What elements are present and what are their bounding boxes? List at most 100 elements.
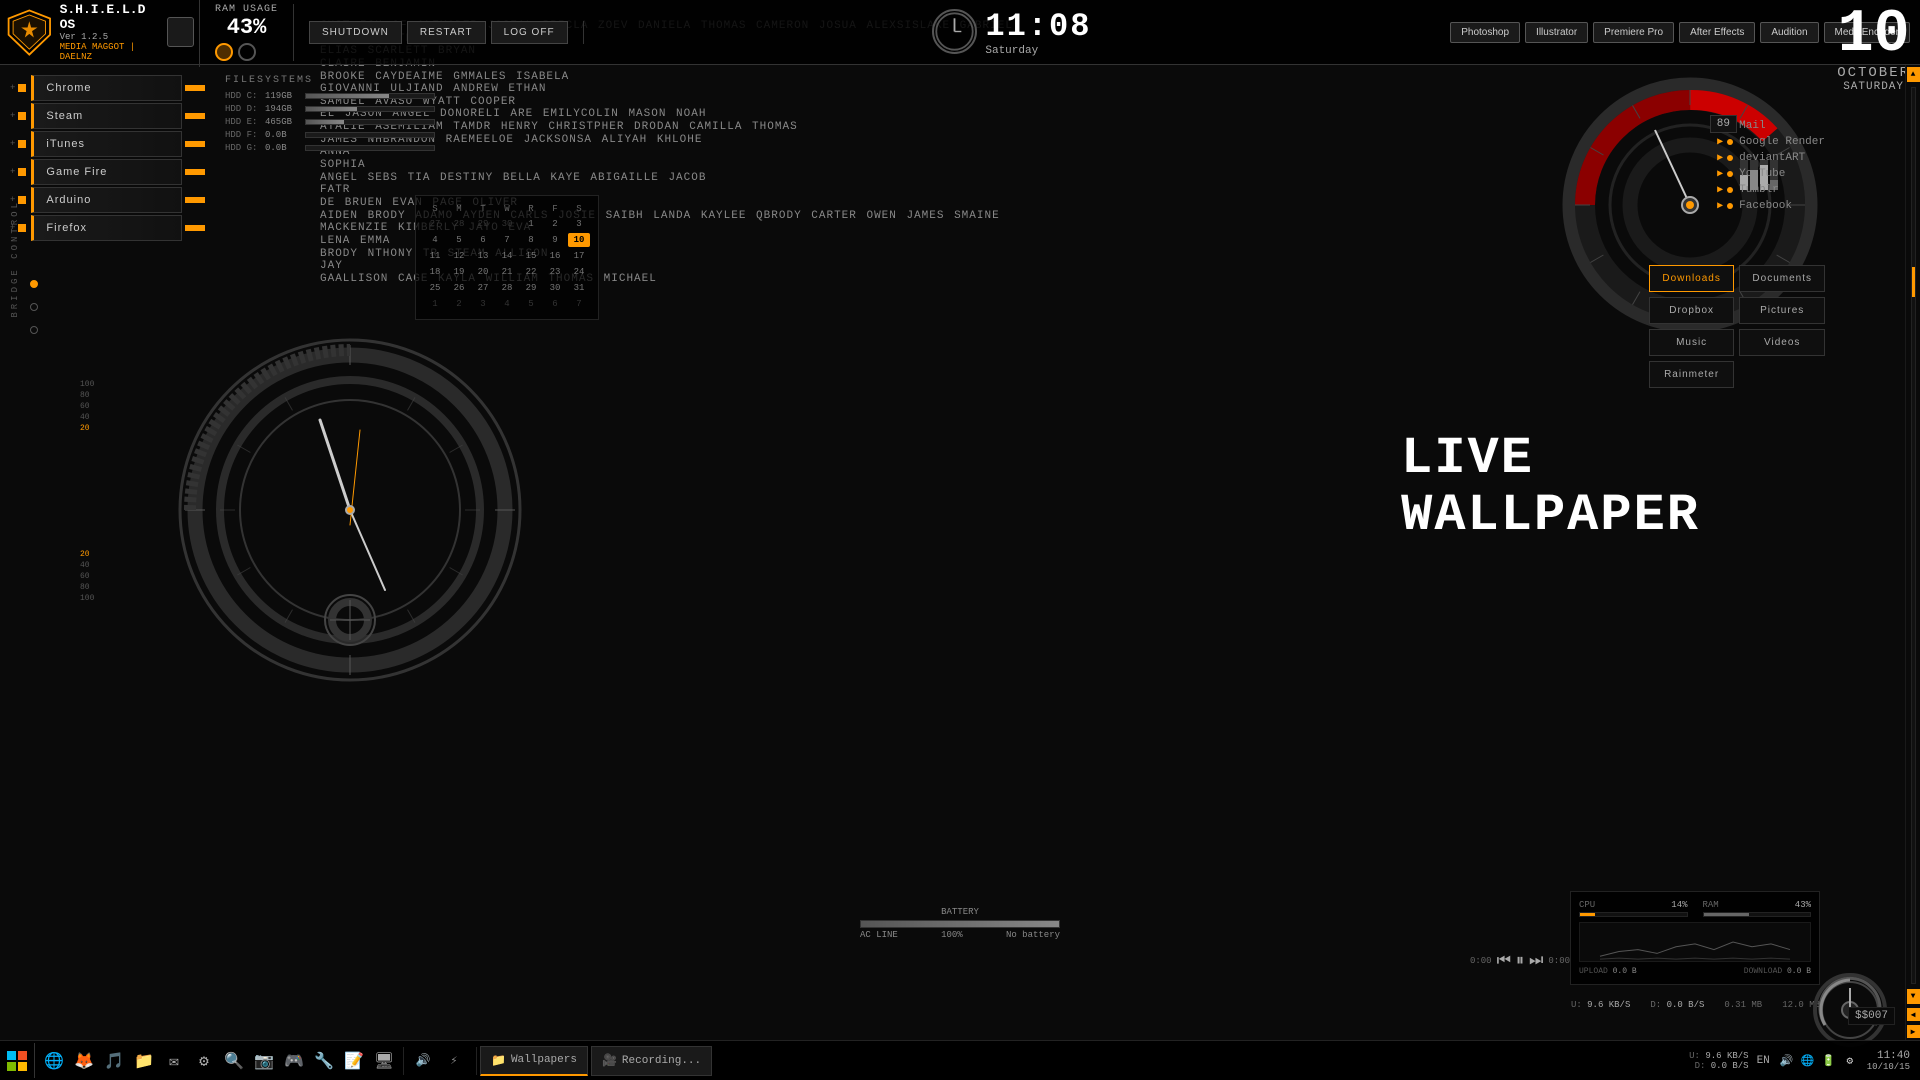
top-app-after-effects[interactable]: After Effects: [1679, 22, 1755, 43]
app-indicator-itunes: [185, 141, 205, 147]
ql-dot-icon: [1727, 187, 1733, 193]
taskbar-icon-1[interactable]: 🌐: [40, 1047, 68, 1075]
taskbar-app-icon-extra-2[interactable]: ⚡: [440, 1047, 468, 1075]
top-app-illustrator[interactable]: Illustrator: [1525, 22, 1588, 43]
fs-row-hddf:: HDD F: 0.0B: [225, 130, 435, 140]
folder-btn-pictures[interactable]: Pictures: [1739, 297, 1825, 324]
cal-day-13: 13: [472, 249, 494, 263]
cal-day-28: 28: [496, 281, 518, 295]
app-button-steam[interactable]: Steam: [31, 103, 182, 129]
cal-day-29: 29: [520, 281, 542, 295]
taskbar-icon-2[interactable]: 🦊: [70, 1047, 98, 1075]
taskbar-icons-group: 🌐 🦊 🎵 📁 ✉ ⚙ 🔍 📷 🎮 🔧 📝 🖥: [35, 1047, 404, 1075]
app-button-firefox[interactable]: Firefox: [31, 215, 182, 241]
quick-links-panel: ▶ Mail ▶ Google Render ▶ deviantART ▶ Yo…: [1717, 120, 1825, 216]
clock-day: Saturday: [985, 45, 1091, 57]
media-next-button[interactable]: ⏭: [1529, 952, 1543, 970]
app-button-game-fire[interactable]: Game Fire: [31, 159, 182, 185]
sidebar-dot-3[interactable]: [30, 326, 38, 334]
quick-link-facebook[interactable]: ▶ Facebook: [1717, 200, 1825, 212]
media-player-controls: 0:00 ⏮ ⏸ ⏭ 0:00: [1470, 952, 1570, 970]
taskbar-app-icon-extra-1[interactable]: 🔊: [409, 1047, 437, 1075]
filesystems-title: FILESYSTEMS: [225, 75, 435, 86]
start-button[interactable]: [0, 1043, 35, 1078]
folder-btn-videos[interactable]: Videos: [1739, 329, 1825, 356]
cal-day-21: 21: [496, 265, 518, 279]
app-button-arduino[interactable]: Arduino: [31, 187, 182, 213]
taskbar-icon-11[interactable]: 📝: [340, 1047, 368, 1075]
app-bullet-firefox: [18, 224, 26, 232]
folder-shortcuts-panel: DownloadsDocumentsDropboxPicturesMusicVi…: [1649, 265, 1825, 388]
cal-day-23: 23: [544, 265, 566, 279]
network-graph: [1579, 922, 1811, 962]
scroll-up-button[interactable]: ▲: [1907, 67, 1920, 82]
taskbar-app-recording[interactable]: 🎥 Recording...: [591, 1046, 712, 1076]
cal-header-S: S: [424, 204, 446, 214]
taskbar-icon-12[interactable]: 🖥: [370, 1047, 398, 1075]
clock-icon: [932, 9, 977, 54]
sidebar-dot-1[interactable]: [30, 280, 38, 288]
taskbar-app-wallpapers[interactable]: 📁 Wallpapers: [480, 1046, 588, 1076]
top-app-photoshop[interactable]: Photoshop: [1450, 22, 1520, 43]
tray-icon-2[interactable]: 🌐: [1799, 1052, 1817, 1070]
quick-link-deviantart[interactable]: ▶ deviantART: [1717, 152, 1825, 164]
app-indicator-firefox: [185, 225, 205, 231]
scroll-track[interactable]: [1911, 87, 1916, 984]
cal-day-8: 8: [520, 233, 542, 247]
tray-icon-3[interactable]: 🔋: [1820, 1052, 1838, 1070]
tray-icon-1[interactable]: 🔊: [1778, 1052, 1796, 1070]
quick-link-google-render[interactable]: ▶ Google Render: [1717, 136, 1825, 148]
taskbar-icon-4[interactable]: 📁: [130, 1047, 158, 1075]
expand-icon: +: [10, 195, 15, 205]
cal-day-10[interactable]: 10: [568, 233, 590, 247]
taskbar-icon-3[interactable]: 🎵: [100, 1047, 128, 1075]
app-button-itunes[interactable]: iTunes: [31, 131, 182, 157]
top-app-premiere[interactable]: Premiere Pro: [1593, 22, 1674, 43]
media-prev-button[interactable]: ⏮: [1497, 952, 1511, 970]
sidebar-app-steam: + Steam: [10, 103, 205, 129]
logoff-button[interactable]: LOG OFF: [491, 21, 568, 44]
media-icon: [167, 17, 194, 47]
analog-clock-widget: [170, 330, 530, 690]
media-play-button[interactable]: ⏸: [1516, 952, 1524, 970]
folder-btn-downloads[interactable]: Downloads: [1649, 265, 1735, 292]
folder-btn-music[interactable]: Music: [1649, 329, 1735, 356]
ram-usage-display: RAM USAGE 43%: [200, 4, 294, 61]
top-app-audition[interactable]: Audition: [1760, 22, 1818, 43]
expand-icon: +: [10, 223, 15, 233]
taskbar-icon-9[interactable]: 🎮: [280, 1047, 308, 1075]
date-display: 10 OCTOBER SATURDAY: [1837, 5, 1910, 93]
cal-day-26: 26: [448, 281, 470, 295]
shutdown-button[interactable]: SHUTDOWN: [309, 21, 402, 44]
sidebar-dot-2[interactable]: [30, 303, 38, 311]
taskbar-icon-7[interactable]: 🔍: [220, 1047, 248, 1075]
expand-icon: +: [10, 83, 15, 93]
restart-button[interactable]: RESTART: [407, 21, 486, 44]
right-scrollbar[interactable]: ▲ ▼ ◀ ▶: [1905, 65, 1920, 1040]
taskbar-icon-5[interactable]: ✉: [160, 1047, 188, 1075]
folder-btn-rainmeter[interactable]: Rainmeter: [1649, 361, 1735, 388]
tray-icon-4[interactable]: ⚙: [1841, 1052, 1859, 1070]
app-bullet-steam: [18, 112, 26, 120]
cal-day-2: 2: [448, 297, 470, 311]
scroll-extra-1[interactable]: ◀: [1907, 1008, 1920, 1021]
cal-day-27: 27: [472, 281, 494, 295]
ram-circle-1[interactable]: [215, 43, 233, 61]
shield-icon: [5, 5, 55, 60]
date-weekday: SATURDAY: [1837, 81, 1910, 93]
folder-btn-documents[interactable]: Documents: [1739, 265, 1825, 292]
app-bullet-arduino: [18, 196, 26, 204]
cal-day-19: 19: [448, 265, 470, 279]
quick-link-tumblr[interactable]: ▶ Tumblr: [1717, 184, 1825, 196]
system-tray: 🔊 🌐 🔋 ⚙: [1778, 1052, 1859, 1070]
scroll-extra-2[interactable]: ▶: [1907, 1025, 1920, 1038]
taskbar-icon-6[interactable]: ⚙: [190, 1047, 218, 1075]
folder-btn-dropbox[interactable]: Dropbox: [1649, 297, 1735, 324]
app-button-chrome[interactable]: Chrome: [31, 75, 182, 101]
taskbar-icon-10[interactable]: 🔧: [310, 1047, 338, 1075]
scroll-down-button[interactable]: ▼: [1907, 989, 1920, 1004]
taskbar-icon-8[interactable]: 📷: [250, 1047, 278, 1075]
ram-circle-2[interactable]: [238, 43, 256, 61]
quick-link-youtube[interactable]: ▶ YouTube: [1717, 168, 1825, 180]
date-day-number: 10: [1837, 5, 1910, 65]
